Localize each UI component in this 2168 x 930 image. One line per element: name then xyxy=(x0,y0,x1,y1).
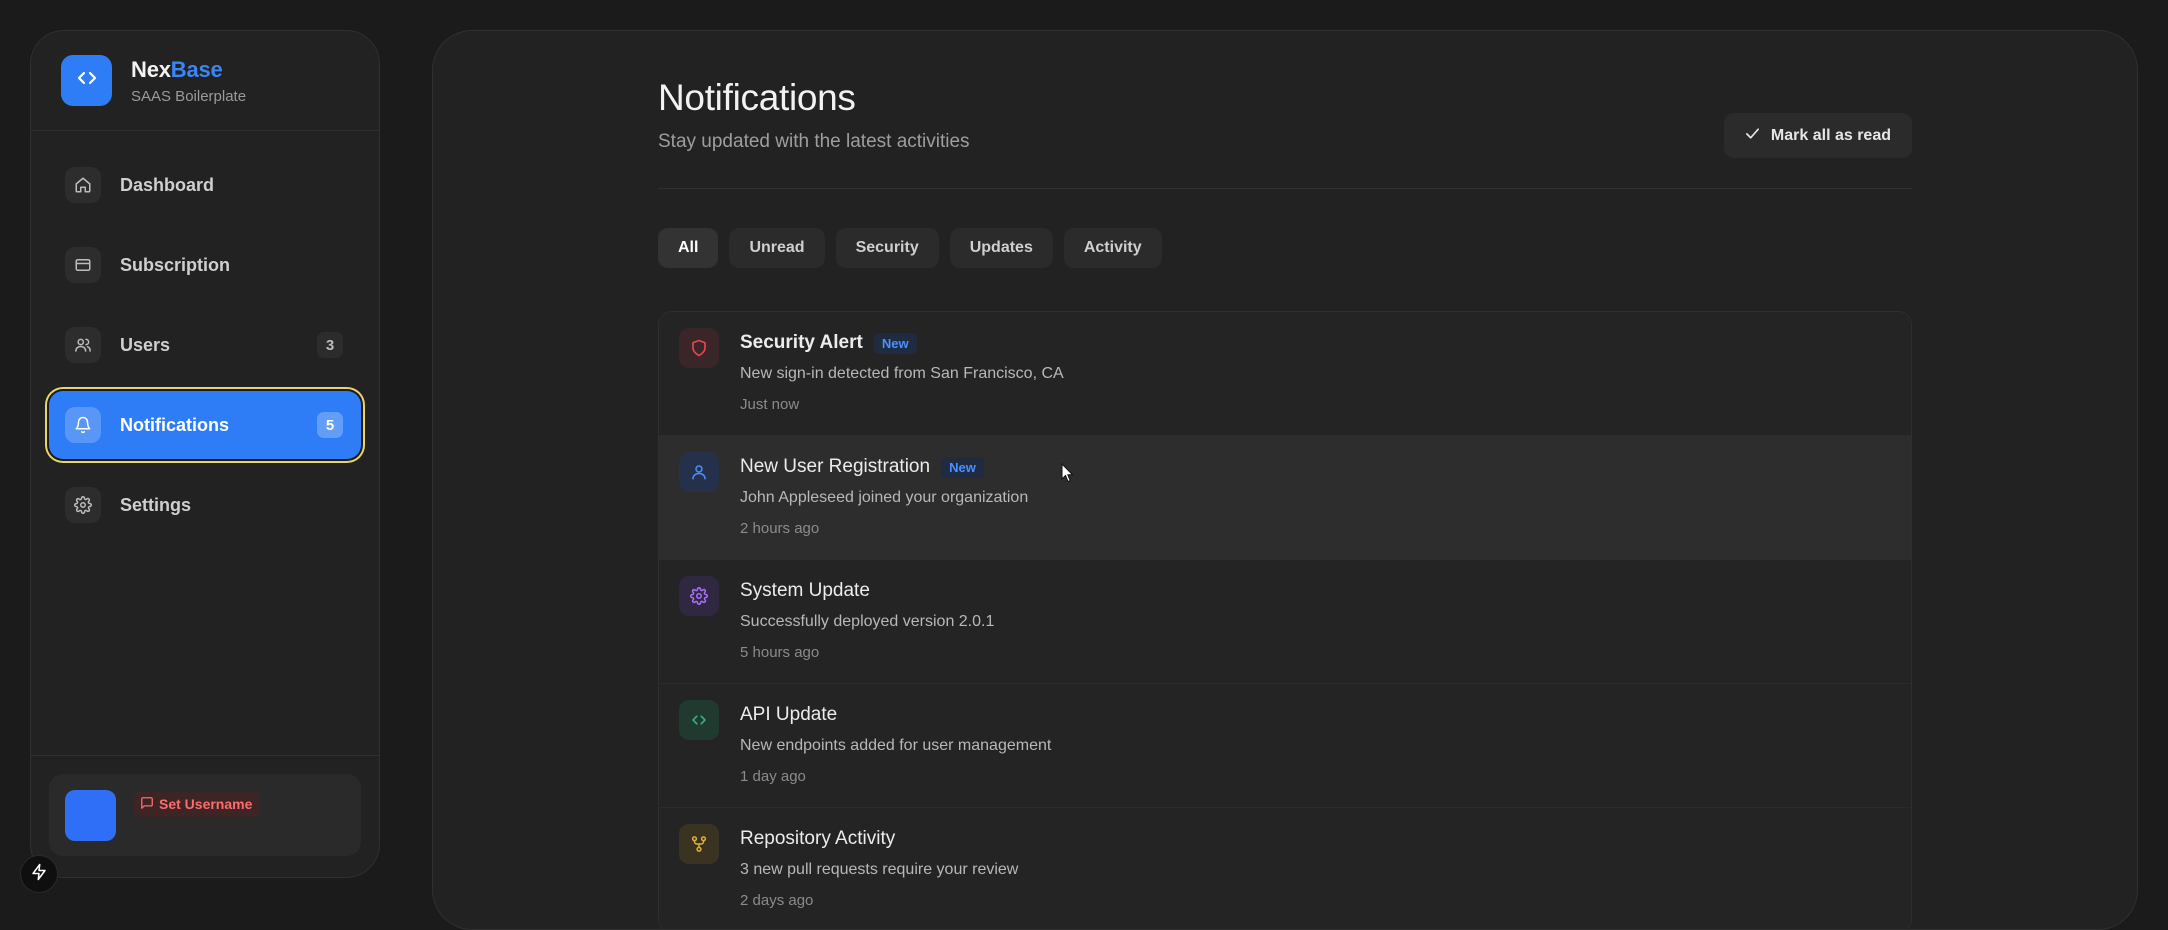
notification-description: Successfully deployed version 2.0.1 xyxy=(740,613,995,630)
main-panel: Notifications Stay updated with the late… xyxy=(432,30,2138,930)
notification-description: John Appleseed joined your organization xyxy=(740,489,1029,506)
notification-item[interactable]: API Update New endpoints added for user … xyxy=(659,684,1911,808)
notifications-count-badge: 5 xyxy=(317,412,343,438)
bell-icon xyxy=(65,407,101,443)
mark-all-read-button[interactable]: Mark all as read xyxy=(1723,113,1912,158)
notification-time: 2 hours ago xyxy=(740,520,820,537)
notification-description: New sign-in detected from San Francisco,… xyxy=(740,365,1064,382)
credit-card-icon xyxy=(65,247,101,283)
gear-icon xyxy=(65,487,101,523)
user-area: Set Username xyxy=(31,755,379,877)
page-subtitle: Stay updated with the latest activities xyxy=(658,131,970,152)
brand-subtitle: SAAS Boilerplate xyxy=(131,87,247,105)
notification-title: System Update xyxy=(740,580,870,601)
sidebar-item-users[interactable]: Users 3 xyxy=(49,311,361,379)
sidebar-item-label: Users xyxy=(120,334,171,355)
notification-item[interactable]: Security Alert New New sign-in detected … xyxy=(659,312,1911,436)
mouse-cursor-icon xyxy=(1061,462,1075,488)
filter-tabs: All Unread Security Updates Activity xyxy=(658,228,1173,268)
avatar xyxy=(65,789,116,841)
notification-item[interactable]: Repository Activity 3 new pull requests … xyxy=(659,808,1911,929)
tab-activity[interactable]: Activity xyxy=(1063,228,1162,268)
brand-name: NexBase xyxy=(131,56,223,82)
notification-title: Repository Activity xyxy=(740,828,896,849)
user-icon xyxy=(679,452,719,492)
mark-all-read-label: Mark all as read xyxy=(1770,126,1891,144)
tab-all[interactable]: All xyxy=(658,228,719,268)
header-divider xyxy=(658,188,1912,189)
users-count-badge: 3 xyxy=(317,332,343,358)
notification-title: New User Registration New xyxy=(740,456,984,478)
notification-time: 2 days ago xyxy=(740,892,814,909)
sidebar-item-label: Dashboard xyxy=(120,174,215,195)
code-brackets-icon xyxy=(75,66,99,95)
sidebar-item-label: Settings xyxy=(120,494,192,515)
new-badge: New xyxy=(941,456,984,478)
sidebar-item-notifications[interactable]: Notifications 5 xyxy=(49,391,361,459)
sidebar-nav: Dashboard Subscription Users 3 Notificat… xyxy=(31,131,379,539)
sidebar-item-label: Notifications xyxy=(120,414,230,435)
sidebar: NexBase SAAS Boilerplate Dashboard Subsc… xyxy=(30,30,380,878)
bolt-button[interactable] xyxy=(20,855,58,893)
lightning-icon xyxy=(30,863,48,886)
home-icon xyxy=(65,167,101,203)
sidebar-item-dashboard[interactable]: Dashboard xyxy=(49,151,361,219)
notification-item[interactable]: New User Registration New John Appleseed… xyxy=(659,436,1911,560)
notification-title: API Update xyxy=(740,704,838,725)
shield-icon xyxy=(679,328,719,368)
notification-description: 3 new pull requests require your review xyxy=(740,861,1019,878)
brand-logo xyxy=(61,55,112,106)
brand[interactable]: NexBase SAAS Boilerplate xyxy=(31,31,379,131)
sidebar-item-settings[interactable]: Settings xyxy=(49,471,361,539)
notification-item[interactable]: System Update Successfully deployed vers… xyxy=(659,560,1911,684)
tab-security[interactable]: Security xyxy=(835,228,939,268)
gear-icon xyxy=(679,576,719,616)
notification-time: Just now xyxy=(740,396,800,413)
sidebar-item-label: Subscription xyxy=(120,254,231,275)
code-brackets-icon xyxy=(679,700,719,740)
notification-list: Security Alert New New sign-in detected … xyxy=(658,311,1912,929)
set-username-button[interactable]: Set Username xyxy=(134,791,261,817)
sidebar-item-subscription[interactable]: Subscription xyxy=(49,231,361,299)
check-icon xyxy=(1744,125,1771,147)
user-card[interactable]: Set Username xyxy=(49,774,361,856)
git-fork-icon xyxy=(679,824,719,864)
notification-title: Security Alert New xyxy=(740,332,917,354)
tab-updates[interactable]: Updates xyxy=(949,228,1053,268)
notification-description: New endpoints added for user management xyxy=(740,737,1052,754)
users-icon xyxy=(65,327,101,363)
notification-time: 5 hours ago xyxy=(740,644,820,661)
new-badge: New xyxy=(873,332,917,354)
set-username-label: Set Username xyxy=(159,796,253,812)
notification-time: 1 day ago xyxy=(740,768,806,785)
tab-unread[interactable]: Unread xyxy=(729,228,825,268)
page-title: Notifications xyxy=(658,77,856,118)
message-icon xyxy=(140,796,159,813)
